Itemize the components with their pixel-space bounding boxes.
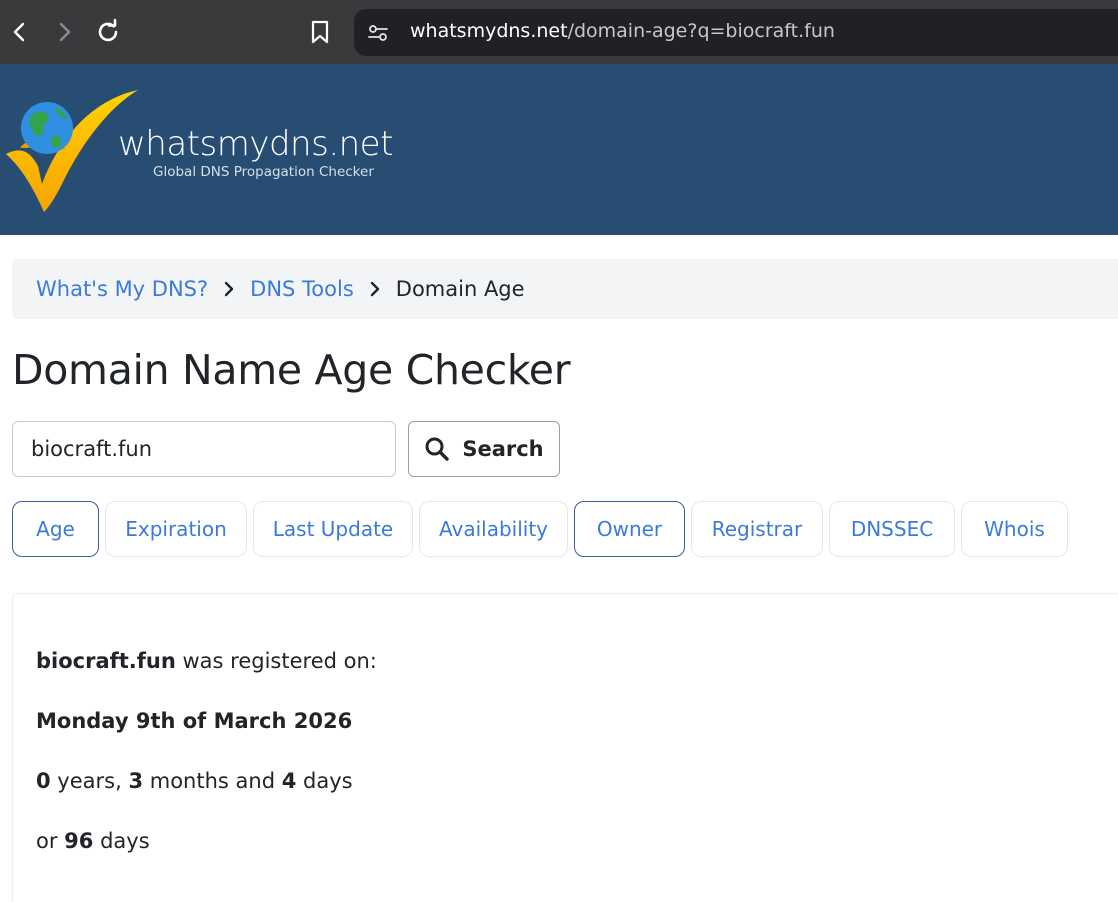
age-years: 0 <box>36 769 51 793</box>
breadcrumb-home-link[interactable]: What's My DNS? <box>36 277 208 301</box>
url-host: whatsmydns.net <box>410 20 568 42</box>
age-total-days: or 96 days <box>36 829 150 853</box>
registration-date-value: Monday 9th of March 2026 <box>36 709 353 733</box>
tab-label: Age <box>36 517 75 541</box>
tab-age[interactable]: Age <box>12 501 99 557</box>
total-days-label: days <box>93 829 150 853</box>
search-button-label: Search <box>462 437 544 461</box>
tab-label: Registrar <box>711 517 803 541</box>
result-domain: biocraft.fun <box>36 649 176 673</box>
site-header: whatsmydns.net Global DNS Propagation Ch… <box>0 64 1118 235</box>
registered-suffix: was registered on: <box>175 649 377 673</box>
bookmark-button[interactable] <box>302 14 338 50</box>
tab-registrar[interactable]: Registrar <box>691 501 823 557</box>
tab-dnssec[interactable]: DNSSEC <box>829 501 955 557</box>
total-days: 96 <box>64 829 94 853</box>
tab-label: DNSSEC <box>850 517 934 541</box>
url-path: /domain-age?q=biocraft.fun <box>567 20 835 42</box>
browser-toolbar: whatsmydns.net/domain-age?q=biocraft.fun <box>0 0 1118 64</box>
domain-search-input[interactable] <box>12 421 396 477</box>
breadcrumb-current: Domain Age <box>395 277 525 301</box>
search-button[interactable]: Search <box>408 421 560 477</box>
site-logo-link[interactable]: whatsmydns.net Global DNS Propagation Ch… <box>0 64 400 235</box>
chevron-right-icon <box>368 281 382 297</box>
registration-date: Monday 9th of March 2026 <box>36 709 352 733</box>
age-breakdown: 0 years, 3 months and 4 days <box>36 769 353 793</box>
tab-expiration[interactable]: Expiration <box>105 501 247 557</box>
site-settings-icon[interactable] <box>366 21 390 50</box>
tab-label: Owner <box>596 517 663 541</box>
tab-label: Availability <box>438 517 548 541</box>
tab-label: Expiration <box>125 517 227 541</box>
logo-tagline: Global DNS Propagation Checker <box>153 164 374 180</box>
tab-label: Whois <box>984 517 1045 541</box>
reload-icon <box>98 18 118 42</box>
age-months: 3 <box>128 769 144 793</box>
url-text[interactable]: whatsmydns.net/domain-age?q=biocraft.fun <box>410 20 835 42</box>
forward-button[interactable] <box>46 14 82 50</box>
bookmark-icon <box>311 20 329 44</box>
months-label: months and <box>143 769 282 793</box>
reload-button[interactable] <box>90 14 126 50</box>
or-label: or <box>36 829 65 853</box>
back-button[interactable] <box>2 14 38 50</box>
tab-last-update[interactable]: Last Update <box>253 501 413 557</box>
page-title: Domain Name Age Checker <box>12 346 571 394</box>
breadcrumb: What's My DNS? DNS Tools Domain Age <box>12 259 1118 319</box>
search-icon <box>425 437 450 461</box>
years-label: years, <box>50 769 129 793</box>
registered-line: biocraft.fun was registered on: <box>36 649 377 673</box>
logo-text: whatsmydns.net <box>118 124 393 164</box>
arrow-right-icon <box>59 22 71 42</box>
breadcrumb-dns-tools-link[interactable]: DNS Tools <box>250 277 354 301</box>
chevron-right-icon <box>222 281 236 297</box>
result-card <box>12 593 1118 902</box>
tab-label: Last Update <box>272 517 394 541</box>
address-bar[interactable]: whatsmydns.net/domain-age?q=biocraft.fun <box>354 9 1118 56</box>
age-days: 4 <box>281 769 297 793</box>
tab-owner[interactable]: Owner <box>574 501 685 557</box>
days-label: days <box>296 769 353 793</box>
tab-whois[interactable]: Whois <box>961 501 1068 557</box>
tab-availability[interactable]: Availability <box>419 501 568 557</box>
arrow-left-icon <box>13 22 25 42</box>
